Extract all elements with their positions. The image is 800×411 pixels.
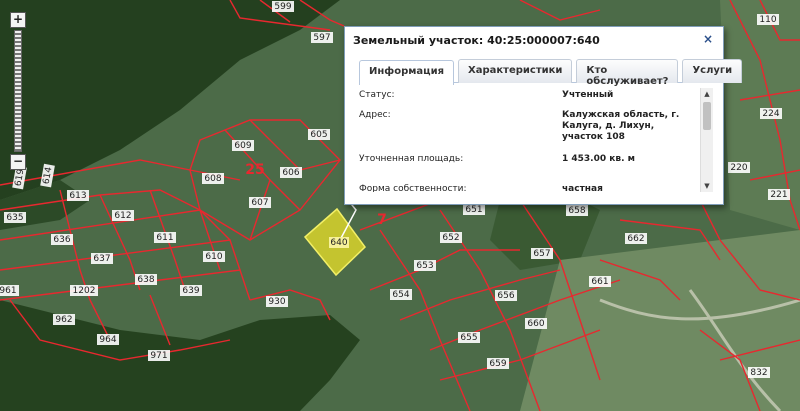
parcel-label-655[interactable]: 655 — [460, 333, 477, 343]
address-label: Адрес: — [359, 110, 391, 120]
popup-content[interactable]: Статус: Учтенный Адрес: Калужская област… — [359, 88, 713, 192]
selected-parcel-label[interactable]: 640 — [330, 238, 347, 248]
area-label: Уточненная площадь: — [359, 154, 464, 164]
parcel-label-660[interactable]: 660 — [527, 319, 544, 329]
area-value: 1 453.00 кв. м — [562, 154, 635, 164]
parcel-label-637[interactable]: 637 — [93, 254, 110, 264]
parcel-label-964[interactable]: 964 — [99, 335, 116, 345]
parcel-label-639[interactable]: 639 — [182, 286, 199, 296]
info-row-area: Уточненная площадь: 1 453.00 кв. м — [359, 152, 697, 182]
popup-tabs: Информация Характеристики Кто обслуживае… — [359, 59, 743, 87]
close-icon[interactable]: × — [701, 33, 715, 47]
tab-information[interactable]: Информация — [359, 60, 454, 85]
parcel-label-611[interactable]: 611 — [156, 233, 173, 243]
zoom-control: + − — [10, 12, 26, 170]
parcel-label-654[interactable]: 654 — [392, 290, 409, 300]
parcel-label-1202[interactable]: 1202 — [73, 286, 96, 296]
zoom-slider[interactable] — [14, 30, 22, 152]
parcel-label-657[interactable]: 657 — [533, 249, 550, 259]
popup-scrollbar[interactable]: ▲ ▼ — [700, 88, 713, 192]
parcel-label-599[interactable]: 599 — [274, 2, 291, 12]
parcel-label-610[interactable]: 610 — [205, 252, 222, 262]
scroll-down-icon[interactable]: ▼ — [701, 180, 713, 192]
parcel-label-110[interactable]: 110 — [759, 15, 776, 25]
parcel-label-636[interactable]: 636 — [53, 235, 70, 245]
parcel-label-659[interactable]: 659 — [489, 359, 506, 369]
parcel-label-638[interactable]: 638 — [137, 275, 154, 285]
parcel-label-961[interactable]: 961 — [0, 286, 17, 296]
parcel-label-607[interactable]: 607 — [251, 198, 268, 208]
parcel-label-220[interactable]: 220 — [730, 163, 747, 173]
parcel-label-224[interactable]: 224 — [762, 109, 779, 119]
cadastral-map[interactable]: 599 597 609 605 608 606 607 613 612 635 636 611 637 6… — [0, 0, 800, 411]
status-label: Статус: — [359, 90, 395, 100]
quarter-label-7: 7 — [377, 212, 387, 228]
parcel-info-popup: Земельный участок: 40:25:000007:640 × Ин… — [344, 26, 743, 205]
parcel-label-612[interactable]: 612 — [114, 211, 131, 221]
scroll-thumb[interactable] — [703, 102, 711, 130]
tab-characteristics[interactable]: Характеристики — [458, 59, 573, 83]
parcel-label-656[interactable]: 656 — [497, 291, 514, 301]
quarter-label-25: 25 — [245, 162, 264, 178]
zoom-in-button[interactable]: + — [10, 12, 26, 28]
parcel-label-221[interactable]: 221 — [770, 190, 787, 200]
parcel-label-651[interactable]: 651 — [465, 205, 482, 215]
parcel-label-606[interactable]: 606 — [282, 168, 299, 178]
zoom-out-button[interactable]: − — [10, 154, 26, 170]
ownership-label: Форма собственности: — [359, 184, 467, 192]
parcel-label-832[interactable]: 832 — [750, 368, 767, 378]
address-value: Калужская область, г. Калуга, д. Лихун, … — [562, 110, 680, 142]
info-row-address: Адрес: Калужская область, г. Калуга, д. … — [359, 108, 697, 152]
parcel-label-652[interactable]: 652 — [442, 233, 459, 243]
parcel-label-662[interactable]: 662 — [627, 234, 644, 244]
info-row-ownership: Форма собственности: частная — [359, 182, 697, 192]
parcel-label-971[interactable]: 971 — [150, 351, 167, 361]
parcel-label-605[interactable]: 605 — [310, 130, 327, 140]
parcel-label-653[interactable]: 653 — [416, 261, 433, 271]
scroll-up-icon[interactable]: ▲ — [701, 88, 713, 100]
parcel-label-962[interactable]: 962 — [55, 315, 72, 325]
tab-who-serves[interactable]: Кто обслуживает? — [576, 59, 679, 87]
tab-services[interactable]: Услуги — [682, 59, 743, 83]
parcel-label-661[interactable]: 661 — [591, 277, 608, 287]
parcel-label-930[interactable]: 930 — [268, 297, 285, 307]
parcel-label-609[interactable]: 609 — [234, 141, 251, 151]
parcel-label-608[interactable]: 608 — [204, 174, 221, 184]
info-row-status: Статус: Учтенный — [359, 88, 697, 108]
popup-header: Земельный участок: 40:25:000007:640 × — [345, 27, 723, 53]
parcel-label-597[interactable]: 597 — [313, 33, 330, 43]
popup-title: Земельный участок: 40:25:000007:640 — [353, 33, 600, 47]
status-value: Учтенный — [562, 90, 614, 100]
parcel-label-658[interactable]: 658 — [568, 206, 585, 216]
ownership-value: частная — [562, 184, 603, 192]
parcel-label-613[interactable]: 613 — [69, 191, 86, 201]
parcel-label-635[interactable]: 635 — [6, 213, 23, 223]
